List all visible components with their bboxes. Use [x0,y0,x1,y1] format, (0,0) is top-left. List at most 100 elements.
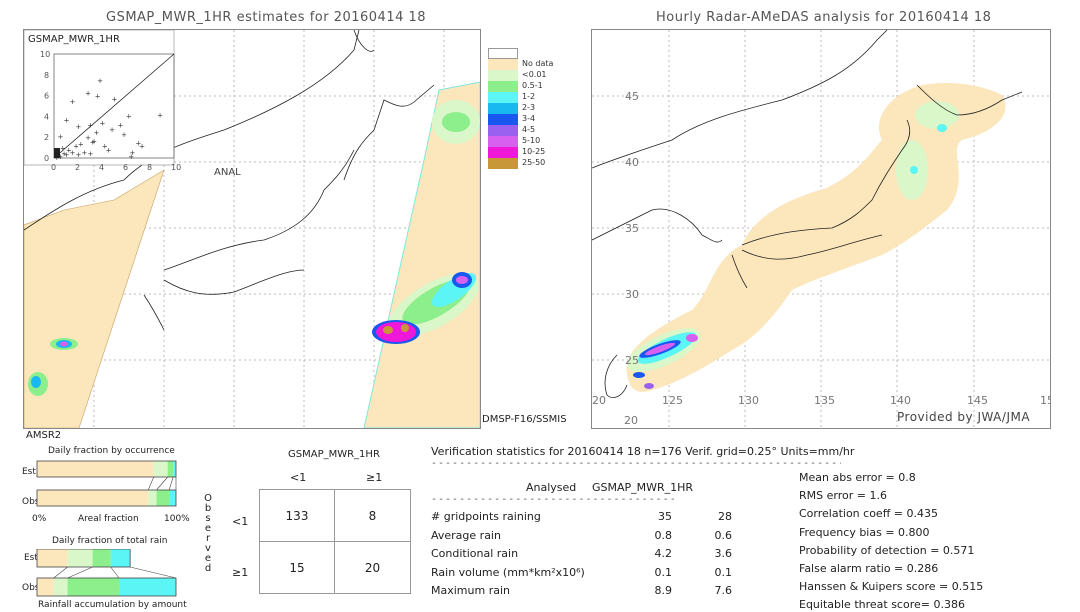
legend-swatch [488,125,518,136]
color-legend: No data <0.01 0.5-1 1-2 2-3 3-4 4-5 5-10 10-25 25… [488,48,558,173]
scatter-point: + [70,98,76,106]
verification-score: Mean abs error = 0.8 [799,471,916,484]
rain-cell [456,276,468,284]
scatter-cluster [54,148,60,158]
fraction-bar-segment [167,461,174,477]
contingency-cell: 8 [334,489,411,542]
scatter-point: + [76,123,82,131]
fraction-bar-segment [53,578,68,596]
rain-cell [686,334,698,342]
scatter-point: + [95,93,101,101]
right-map: 45 40 35 30 25 20 20 125 130 135 140 145 15 Provide… [591,29,1051,429]
verification-analysed: 8.9 [654,584,673,597]
axis-right-label: 100% [164,514,190,524]
scatter-point: + [91,137,97,145]
scatter-point: + [85,89,91,97]
scatter-point: + [88,122,94,130]
rain-cell [644,383,654,389]
fraction-bar-segment [37,461,154,477]
scatter-point: + [94,129,100,137]
verification-score: Correlation coeff = 0.435 [799,507,938,521]
inset-scatter-plot: ++++++++++++++++++++++++++++++++++++++ 0… [40,50,181,172]
legend-label: 3-4 [522,114,536,123]
legend-swatch [488,114,518,125]
scatter-point: + [106,147,112,155]
fraction-bar-segment [119,578,176,596]
contingency-row-header-ge1: ≥1 [232,566,249,579]
sensor-label-amsr2: AMSR2 [26,430,62,441]
lon-label: 125 [662,394,683,407]
verification-label: Average rain [431,528,501,542]
scatter-point: + [60,145,66,153]
scatter-point: + [139,143,145,151]
col-analysed: Analysed [526,481,577,494]
fraction-bar-segment [37,549,68,567]
verification-analysed: 35 [658,510,672,523]
legend-swatch [488,70,518,81]
legend-label: 1-2 [522,92,536,101]
lon-label: 20 [592,394,606,407]
rain-cell [383,326,393,334]
scatter-point: + [112,96,118,104]
contingency-side-label: Observed [203,494,213,574]
contingency-cell: 20 [334,541,411,594]
rain-cell [376,322,416,342]
inset-x-tick: 0 [51,163,56,172]
rain-cell [442,112,470,132]
contingency-col-header-lt1: <1 [290,471,307,484]
inset-y-tick: 6 [44,92,49,101]
verification-est: 3.6 [714,547,733,560]
scatter-point: + [88,150,94,158]
lat-label: 40 [625,156,639,169]
fraction-bar-segment [173,461,176,477]
inset-x-tick: 10 [171,163,181,172]
legend-swatch [488,103,518,114]
lon-label: 15 [1040,394,1050,407]
scatter-point: + [157,111,163,119]
rain-cell [937,124,947,132]
verification-score: RMS error = 1.6 [799,489,887,503]
scatter-point: + [100,120,106,128]
rain-cell [633,372,645,378]
legend-label: 4-5 [522,125,536,134]
verification-score: False alarm ratio = 0.286 [799,562,939,575]
scatter-point: + [118,122,124,130]
fraction-connector [53,566,68,579]
fraction-connector [147,476,155,491]
divider: ----------------------------------------… [431,458,841,469]
legend-label: 5-10 [522,136,541,145]
legend-label: 2-3 [522,103,536,112]
verification-score: Probability of detection = 0.571 [799,543,975,557]
scatter-point: + [64,117,70,125]
verification-label: Maximum rain [431,584,510,597]
scatter-point: + [128,153,134,161]
lon-label: 135 [814,394,835,407]
fraction-bar-segment [169,490,176,506]
verification-score: Equitable threat score= 0.386 [799,598,965,612]
contingency-title: GSMAP_MWR_1HR [288,449,380,460]
scatter-point: + [126,112,132,120]
scatter-point: + [58,133,64,141]
inset-x-tick: 2 [75,163,80,172]
contingency-row-header-lt1: <1 [232,515,249,528]
inset-x-axis-label: ANAL [214,167,241,178]
one-to-one-line [53,53,175,159]
col-est: GSMAP_MWR_1HR [592,481,694,494]
legend-swatch [488,59,518,70]
legend-label: 0.5-1 [522,81,543,90]
fraction-bar-segment [67,549,93,567]
legend-swatch [488,136,518,147]
legend-swatch [488,147,518,158]
fraction-bar-segment [37,578,54,596]
left-map: GSMAP_MWR_1HR + + + + + + + + + + + + + + + + + + + + + + + + + +… [23,29,481,429]
side-label-char: d [204,563,212,574]
fraction-bar-segment [37,490,149,506]
lon-label: 145 [967,394,988,407]
total-rain-footer: Rainfall accumulation by amount [38,600,187,610]
legend-swatch [488,158,518,169]
verification-header: Verification statistics for 20160414 18 … [431,445,855,458]
rain-cell [60,341,68,347]
verification-analysed: 4.2 [654,547,673,560]
verification-label: Rain volume (mm*km²x10⁶) [431,565,585,579]
inset-x-tick: 6 [123,163,128,172]
